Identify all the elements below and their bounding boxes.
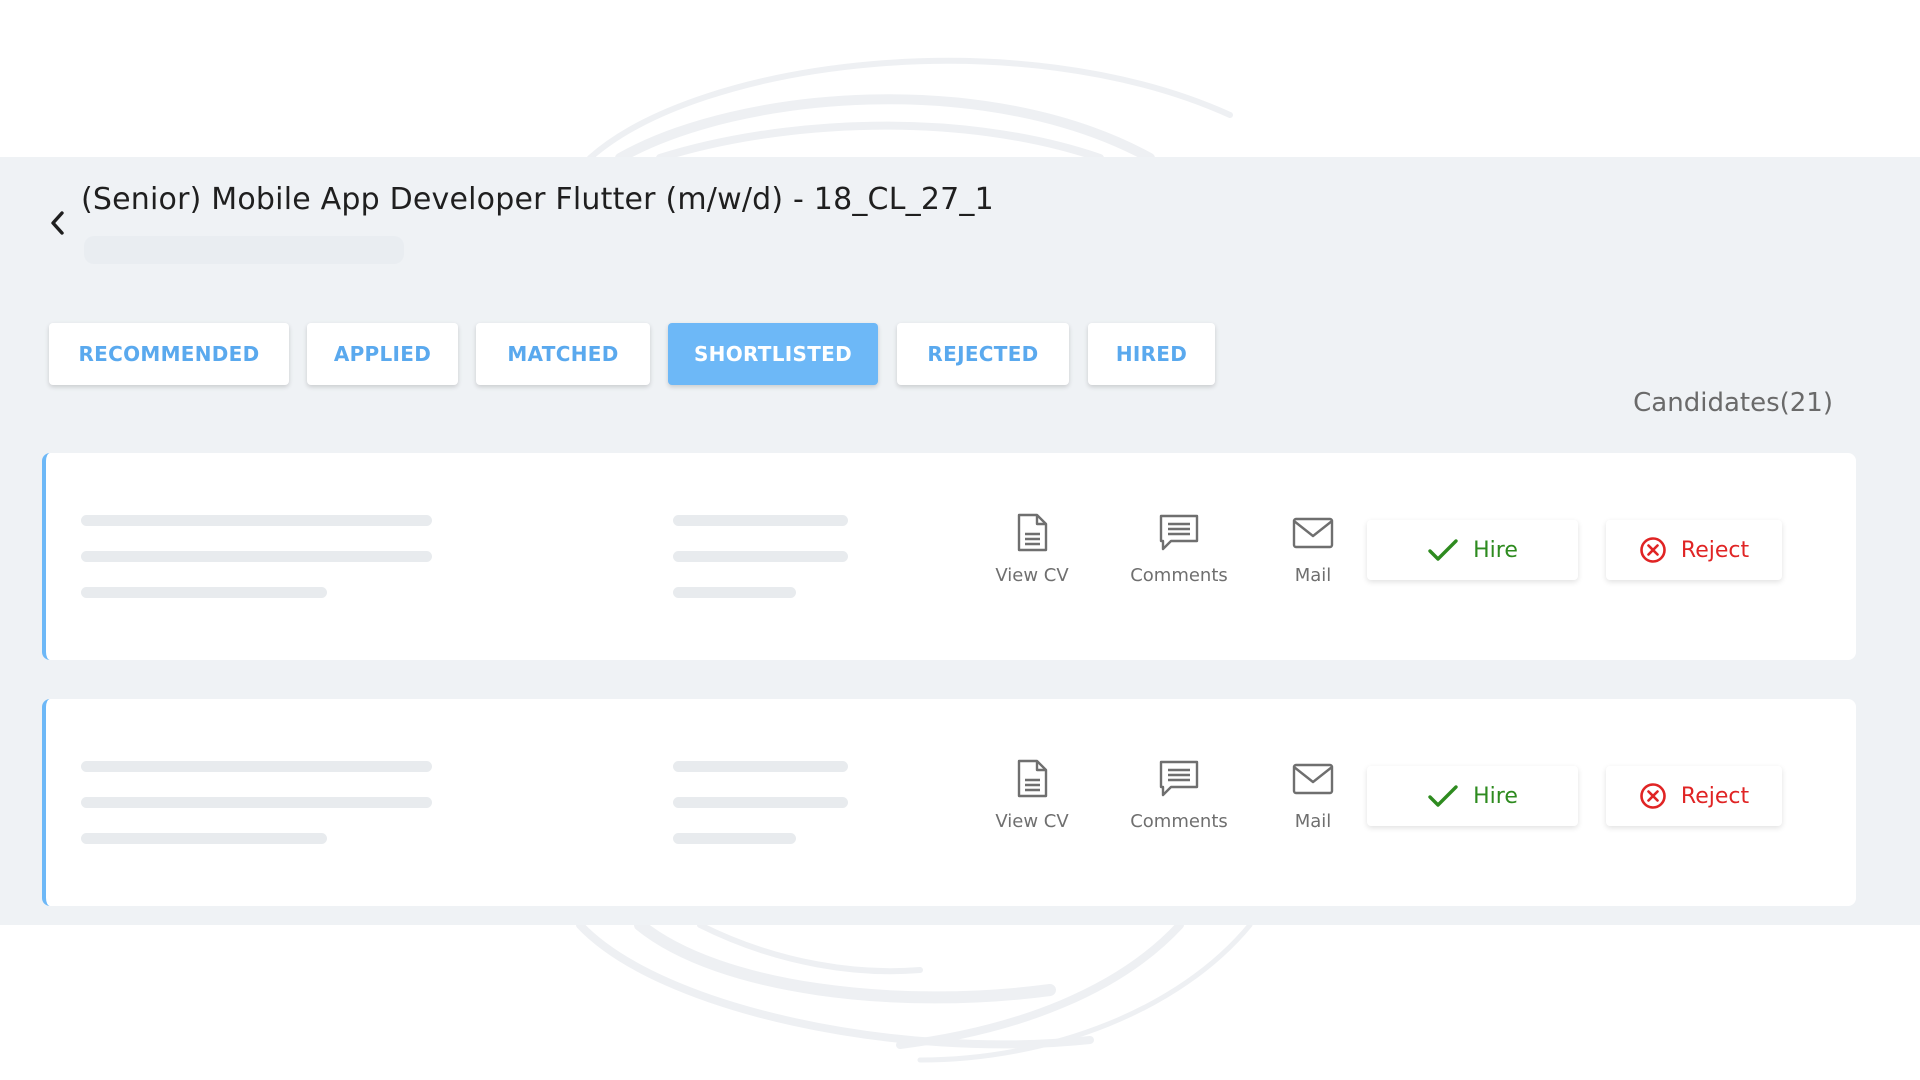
comment-icon [1159,760,1199,797]
tab-rejected[interactable]: REJECTED [897,323,1069,385]
hire-label: Hire [1473,783,1518,809]
mail-icon [1292,517,1334,549]
tab-recommended[interactable]: RECOMMENDED [49,323,289,385]
tab-shortlisted[interactable]: SHORTLISTED [668,323,878,385]
view-cv-action[interactable]: View CV [972,511,1092,597]
info-placeholder [81,797,432,808]
check-icon [1428,539,1458,561]
detail-placeholder [673,551,848,562]
info-placeholder [81,551,432,562]
comments-action[interactable]: Comments [1119,757,1239,843]
mail-label: Mail [1294,811,1332,832]
detail-placeholder [673,587,796,598]
detail-placeholder [673,761,848,772]
circle-x-icon [1640,783,1666,809]
name-placeholder [81,761,432,772]
hire-button[interactable]: Hire [1367,766,1578,826]
back-button[interactable] [44,206,72,240]
document-icon [1017,513,1048,552]
comments-label: Comments [1130,565,1228,586]
mail-action[interactable]: Mail [1253,757,1373,843]
tab-applied[interactable]: APPLIED [307,323,458,385]
view-cv-label: View CV [995,811,1069,832]
view-cv-label: View CV [995,565,1069,586]
hire-button[interactable]: Hire [1367,520,1578,580]
mail-icon [1292,763,1334,795]
check-icon [1428,785,1458,807]
reject-label: Reject [1680,537,1750,563]
chevron-left-icon [51,211,64,235]
tab-hired[interactable]: HIRED [1088,323,1215,385]
mail-action[interactable]: Mail [1253,511,1373,597]
detail-placeholder [673,515,848,526]
comment-icon [1159,514,1199,551]
subtitle-placeholder [84,236,404,264]
detail-placeholder [673,797,848,808]
view-cv-action[interactable]: View CV [972,757,1092,843]
candidate-card: View CV Comments Mail Hire Reject [42,453,1856,660]
comments-label: Comments [1130,811,1228,832]
tab-matched[interactable]: MATCHED [476,323,650,385]
page-title: (Senior) Mobile App Developer Flutter (m… [81,182,994,217]
detail-placeholder [673,833,796,844]
app-screen: (Senior) Mobile App Developer Flutter (m… [0,0,1920,1080]
candidate-card: View CV Comments Mail Hire Reject [42,699,1856,906]
mail-label: Mail [1294,565,1332,586]
reject-button[interactable]: Reject [1606,766,1782,826]
reject-label: Reject [1680,783,1750,809]
name-placeholder [81,515,432,526]
comments-action[interactable]: Comments [1119,511,1239,597]
candidates-count: Candidates(21) [1633,388,1833,418]
info-placeholder [81,587,327,598]
hire-label: Hire [1473,537,1518,563]
circle-x-icon [1640,537,1666,563]
reject-button[interactable]: Reject [1606,520,1782,580]
info-placeholder [81,833,327,844]
document-icon [1017,759,1048,798]
